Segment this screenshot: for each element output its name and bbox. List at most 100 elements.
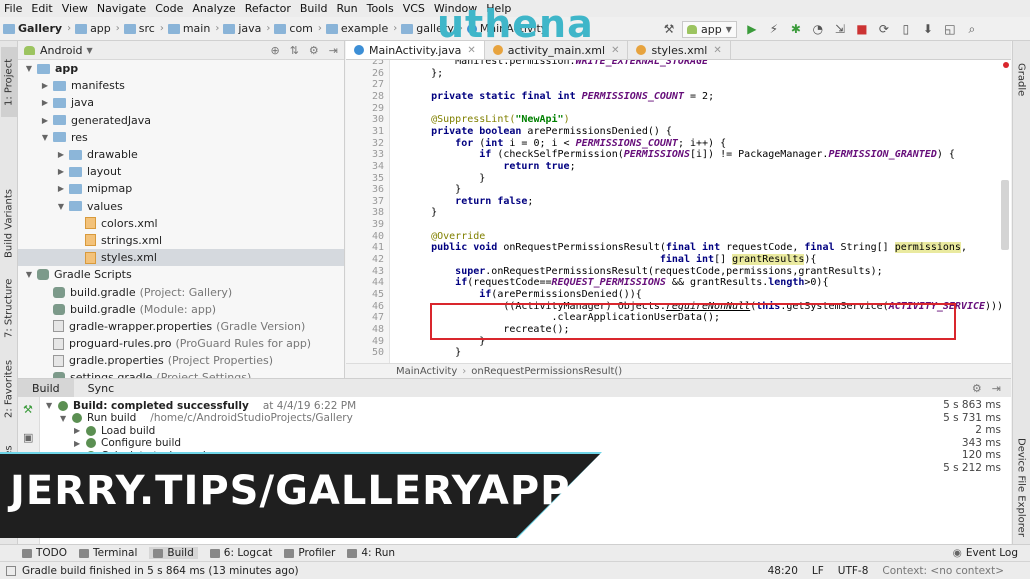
caret-position[interactable]: 48:20 (768, 565, 798, 577)
close-icon[interactable]: ✕ (713, 45, 721, 56)
build-row[interactable]: ▶ Configure build (74, 437, 181, 450)
code-editor[interactable]: 25 26 27 28 29 30 31 32 33 34 35 36 37 38 39 40 41 42 43 44… (346, 60, 1011, 363)
tree-item[interactable]: ▼ values (18, 198, 344, 215)
tree-item[interactable]: colors.xml (18, 215, 344, 232)
bottom-tab-terminal[interactable]: Terminal (79, 547, 137, 559)
tree-item[interactable]: ▶ generatedJava (18, 112, 344, 129)
tree-item[interactable]: gradle.properties (Project Properties) (18, 352, 344, 369)
breadcrumb-item[interactable]: src › (123, 22, 164, 35)
editor-tab[interactable]: activity_main.xml ✕ (485, 41, 629, 59)
tool-tab-gradle[interactable]: Gradle (1013, 55, 1029, 105)
menu-item-navigate[interactable]: Navigate (97, 2, 146, 15)
build-row[interactable]: ▶ Load build (74, 424, 155, 437)
run-icon[interactable]: ▶ (743, 20, 761, 38)
breadcrumb-item[interactable]: java › (223, 22, 270, 35)
breadcrumb-method[interactable]: onRequestPermissionsResult() (471, 366, 622, 377)
breadcrumb-item[interactable]: app › (75, 22, 120, 35)
tool-tab-device-file-explorer[interactable]: Device File Explorer (1013, 437, 1029, 537)
menu-item-file[interactable]: File (4, 2, 22, 15)
bottom-tab-profiler[interactable]: Profiler (284, 547, 335, 559)
build-row[interactable]: ▼ Run build/home/c/AndroidStudioProjects/… (60, 412, 353, 425)
tool-tab-build-variants[interactable]: Build Variants (1, 181, 17, 267)
search-icon[interactable]: ⌕ (963, 20, 981, 38)
apply-changes-icon[interactable]: ⚡ (765, 20, 783, 38)
tree-item[interactable]: gradle-wrapper.properties (Gradle Version… (18, 318, 344, 335)
tree-item[interactable]: ▼ Gradle Scripts (18, 266, 344, 283)
toggle-view-icon[interactable]: ▣ (23, 431, 33, 444)
chevron-down-icon[interactable]: ▼ (56, 202, 66, 211)
globe-icon[interactable]: ⊕ (270, 44, 279, 57)
chevron-right-icon[interactable]: ▶ (56, 184, 66, 193)
chevron-down-icon[interactable]: ▼ (40, 133, 50, 142)
hammer-icon[interactable]: ⚒ (660, 20, 678, 38)
run-config-select[interactable]: app ▼ (682, 20, 737, 38)
project-view-mode[interactable]: Android (40, 44, 83, 57)
avd-manager-icon[interactable]: ▯ (897, 20, 915, 38)
breadcrumb-class[interactable]: MainActivity (396, 366, 457, 377)
editor-tab[interactable]: styles.xml ✕ (628, 41, 731, 59)
event-log-tab[interactable]: ◉ Event Log (953, 547, 1018, 559)
chevron-right-icon[interactable]: ▶ (56, 167, 66, 176)
menu-item-analyze[interactable]: Analyze (192, 2, 235, 15)
status-message[interactable]: Gradle build finished in 5 s 864 ms (13 … (22, 565, 299, 577)
chevron-right-icon[interactable]: ▶ (56, 150, 66, 159)
attach-debugger-icon[interactable]: ⇲ (831, 20, 849, 38)
debug-icon[interactable]: ✱ (787, 20, 805, 38)
tool-tab-project[interactable]: 1: Project (1, 47, 17, 117)
tree-item[interactable]: ▶ mipmap (18, 180, 344, 197)
editor-scrollbar[interactable] (1001, 180, 1009, 250)
menu-item-vcs[interactable]: VCS (403, 2, 425, 15)
chevron-down-icon[interactable]: ▶ (74, 426, 84, 435)
tree-item[interactable]: ▶ drawable (18, 146, 344, 163)
chevron-down-icon[interactable]: ▶ (74, 439, 84, 448)
chevron-down-icon[interactable]: ▼ (46, 401, 56, 410)
close-icon[interactable]: ✕ (611, 45, 619, 56)
profile-icon[interactable]: ◔ (809, 20, 827, 38)
tree-item[interactable]: ▼ app (18, 60, 344, 77)
menu-item-view[interactable]: View (62, 2, 88, 15)
gear-icon[interactable]: ⚙ (309, 44, 319, 57)
tree-item[interactable]: build.gradle (Project: Gallery) (18, 283, 344, 300)
close-icon[interactable]: ✕ (467, 45, 475, 56)
bottom-tab-todo[interactable]: TODO (22, 547, 67, 559)
chevron-down-icon[interactable]: ▼ (60, 414, 70, 423)
breadcrumb-item[interactable]: com › (274, 22, 322, 35)
hide-icon[interactable]: ⇥ (329, 44, 338, 57)
menu-item-refactor[interactable]: Refactor (245, 2, 291, 15)
editor-tab[interactable]: MainActivity.java ✕ (346, 41, 485, 59)
tab-build[interactable]: Build (18, 378, 74, 398)
tree-item[interactable]: ▶ java (18, 94, 344, 111)
tree-item[interactable]: styles.xml (18, 249, 344, 267)
layout-inspector-icon[interactable]: ◱ (941, 20, 959, 38)
menu-item-code[interactable]: Code (155, 2, 183, 15)
hammer-icon[interactable]: ⚒ (23, 403, 33, 416)
context-indicator[interactable]: Context: <no context> (882, 565, 1004, 577)
chevron-down-icon[interactable]: ▼ (24, 270, 34, 279)
chevron-right-icon[interactable]: ▶ (40, 81, 50, 90)
tree-item[interactable]: settings.gradle (Project Settings) (18, 369, 344, 378)
breadcrumb-item[interactable]: main › (167, 22, 219, 35)
tree-item[interactable]: ▶ layout (18, 163, 344, 180)
chevron-down-icon[interactable]: ▼ (87, 46, 93, 55)
breadcrumb-item[interactable]: example › (325, 22, 397, 35)
chevron-right-icon[interactable]: ▶ (40, 116, 50, 125)
sync-gradle-icon[interactable]: ⟳ (875, 20, 893, 38)
hide-icon[interactable]: ⇥ (992, 382, 1001, 395)
stop-icon[interactable]: ■ (853, 20, 871, 38)
tree-item[interactable]: strings.xml (18, 232, 344, 249)
collapse-all-icon[interactable]: ⇅ (290, 44, 299, 57)
menu-item-edit[interactable]: Edit (31, 2, 52, 15)
tree-item[interactable]: ▶ manifests (18, 77, 344, 94)
chevron-down-icon[interactable]: ▼ (24, 64, 34, 73)
bottom-tab-build[interactable]: Build (149, 547, 198, 559)
menu-item-run[interactable]: Run (337, 2, 358, 15)
build-row[interactable]: ▼ Build: completed successfully at 4/4/19 … (46, 399, 356, 412)
tree-item[interactable]: ▼ res (18, 129, 344, 146)
breadcrumb-item[interactable]: Gallery › (3, 22, 71, 35)
tool-tab-structure[interactable]: 7: Structure (1, 273, 17, 343)
line-separator[interactable]: LF (812, 565, 824, 577)
menu-item-tools[interactable]: Tools (367, 2, 394, 15)
tab-sync[interactable]: Sync (74, 379, 129, 398)
bottom-tab-run[interactable]: 4: Run (347, 547, 395, 559)
chevron-right-icon[interactable]: ▶ (40, 98, 50, 107)
